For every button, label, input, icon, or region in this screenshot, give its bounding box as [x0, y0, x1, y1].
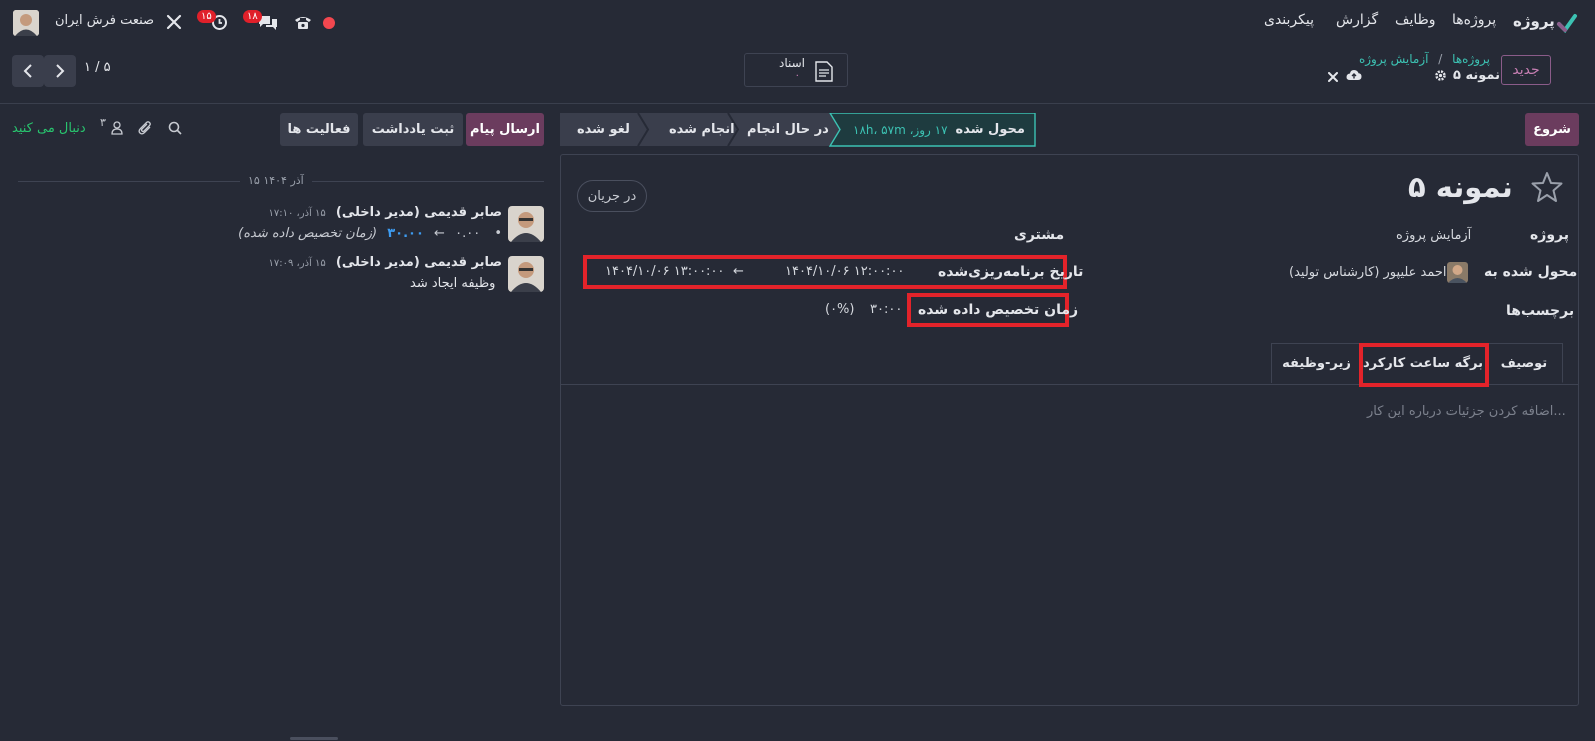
message-author[interactable]: صابر قدیمی (مدیر داخلی) — [336, 205, 502, 220]
search-messages-icon[interactable] — [168, 121, 182, 139]
save-cloud-icon[interactable] — [1346, 69, 1362, 85]
pager-previous-button[interactable] — [12, 55, 44, 87]
tab-subtasks[interactable]: زیر-وظیفه — [1271, 343, 1361, 383]
start-button[interactable]: شروع — [1525, 113, 1579, 146]
message-body: وظیفه ایجاد شد — [410, 276, 496, 291]
chevron-right-icon — [56, 64, 65, 78]
project-label: پروژه — [1530, 227, 1569, 243]
breadcrumb-projects[interactable]: پروژه‌ها — [1452, 52, 1490, 66]
horizontal-scrollbar[interactable] — [290, 737, 338, 740]
stage-assigned[interactable]: ۱۷ روز، ۱۸h، ۵۷m محول شده — [853, 113, 1025, 146]
chevron-left-icon — [23, 64, 32, 78]
stage-duration: ۱۷ روز، ۱۸h، ۵۷m — [853, 122, 948, 137]
pager-next-button[interactable] — [44, 55, 76, 87]
followers-count: ۳ — [100, 116, 106, 129]
menu-projects[interactable]: پروژه‌ها — [1452, 12, 1496, 28]
activities-button[interactable]: فعالیت ها — [280, 113, 358, 146]
tracking-arrow: ← — [434, 226, 445, 241]
company-switcher[interactable]: صنعت فرش ایران — [55, 13, 154, 28]
allocated-time-label: زمان تخصیص داده شده — [918, 302, 1079, 318]
breadcrumb: پروژه‌ها / آزمایش پروژه — [1359, 52, 1490, 66]
timesheets-tab-highlight — [1359, 343, 1489, 387]
assignee-label: محول شده به — [1484, 264, 1578, 280]
stage-done[interactable]: انجام شده — [669, 113, 735, 146]
breadcrumb-project[interactable]: آزمایش پروژه — [1359, 52, 1429, 66]
allocated-time-percent: (۰%) — [825, 302, 855, 317]
documents-label: اسناد — [778, 56, 805, 70]
message-time: ۱۵ آذر، ۱۷:۰۹ — [268, 258, 326, 269]
record-settings-gear-icon[interactable] — [1434, 69, 1447, 86]
tracking-value-line: • ۰.۰۰ ← ۳۰.۰۰ (زمان تخصیص داده شده) — [200, 226, 502, 241]
customer-label: مشتری — [1014, 227, 1065, 243]
message-author[interactable]: صابر قدیمی (مدیر داخلی) — [336, 255, 502, 270]
activity-badge: ۱۵ — [197, 10, 216, 23]
assignee-value[interactable]: احمد علیپور (کارشناس تولید) — [1289, 265, 1447, 280]
user-avatar[interactable] — [13, 10, 39, 36]
log-note-button[interactable]: ثبت یادداشت — [363, 113, 463, 146]
planned-date-label: تاریخ برنامه‌ریزی‌شده — [938, 264, 1084, 280]
tracking-field-name: (زمان تخصیص داده شده) — [238, 226, 378, 241]
menu-app-name[interactable]: پروژه — [1513, 12, 1555, 30]
description-placeholder[interactable]: اضافه کردن جزئیات درباره این کار... — [1367, 404, 1566, 419]
task-title[interactable]: نمونه ۵ — [1408, 170, 1513, 204]
tracking-old-value: ۰.۰۰ — [455, 226, 481, 241]
planned-date-start[interactable]: ۱۴۰۴/۱۰/۰۶ ۱۲:۰۰:۰۰ — [785, 264, 904, 279]
debug-tools-icon[interactable] — [166, 14, 182, 34]
new-button[interactable]: جدید — [1501, 55, 1551, 85]
documents-count: ۰ — [794, 70, 800, 81]
follow-status-button[interactable]: دنبال می کنید — [12, 121, 86, 136]
tracking-new-value: ۳۰.۰۰ — [387, 226, 424, 241]
bullet: • — [494, 226, 502, 241]
date-separator: ۱۵ آذر ۱۴۰۴ — [240, 174, 312, 187]
documents-smart-button[interactable]: اسناد ۰ — [744, 53, 848, 87]
breadcrumb-separator: / — [1438, 52, 1443, 66]
message-time: ۱۵ آذر، ۱۷:۱۰ — [268, 208, 326, 219]
message-author-avatar[interactable] — [508, 256, 544, 292]
discard-close-icon[interactable] — [1328, 71, 1338, 86]
allocated-time-value[interactable]: ۳۰:۰۰ — [870, 302, 902, 317]
pager-value[interactable]: ۱ / ۵ — [84, 60, 111, 75]
messages-badge: ۱۸ — [243, 10, 262, 23]
stage-in-progress[interactable]: در حال انجام — [747, 113, 829, 146]
send-message-button[interactable]: ارسال پیام — [466, 113, 544, 146]
top-navbar: پروژه پروژه‌ها وظایف گزارش پیکربندی صنعت… — [0, 0, 1595, 46]
document-icon — [815, 61, 833, 86]
project-value[interactable]: آزمایش پروژه — [1396, 228, 1471, 243]
message-author-avatar[interactable] — [508, 206, 544, 242]
planned-date-arrow: ← — [733, 264, 744, 279]
record-title: نمونه ۵ — [1453, 68, 1500, 83]
message-header: صابر قدیمی (مدیر داخلی) ۱۵ آذر، ۱۷:۱۰ — [200, 205, 502, 220]
planned-date-end[interactable]: ۱۴۰۴/۱۰/۰۶ ۱۳:۰۰:۰۰ — [605, 264, 724, 279]
followers-user-icon[interactable] — [111, 121, 123, 139]
message-header: صابر قدیمی (مدیر داخلی) ۱۵ آذر، ۱۷:۰۹ — [200, 255, 502, 270]
tab-description[interactable]: توصیف — [1485, 343, 1563, 383]
stage-statusbar: لغو شده انجام شده در حال انجام ۱۷ روز، ۱… — [560, 113, 1036, 147]
control-panel: جدید پروژه‌ها / آزمایش پروژه نمونه ۵ اسن… — [0, 46, 1595, 104]
stage-cancelled[interactable]: لغو شده — [577, 113, 630, 146]
app-logo-icon[interactable] — [1556, 12, 1578, 34]
favorite-star-icon[interactable] — [1531, 171, 1563, 206]
menu-tasks[interactable]: وظایف — [1395, 12, 1436, 28]
stage-assigned-label: محول شده — [955, 122, 1025, 137]
menu-configuration[interactable]: پیکربندی — [1264, 12, 1314, 28]
phone-icon[interactable] — [294, 14, 312, 34]
assignee-avatar — [1447, 262, 1468, 283]
task-state-pill[interactable]: در جریان — [577, 180, 647, 212]
attachment-paperclip-icon[interactable] — [138, 120, 153, 140]
tags-label: برچسب‌ها — [1506, 303, 1575, 319]
recording-dot-icon[interactable] — [323, 17, 335, 29]
menu-reporting[interactable]: گزارش — [1336, 12, 1378, 28]
